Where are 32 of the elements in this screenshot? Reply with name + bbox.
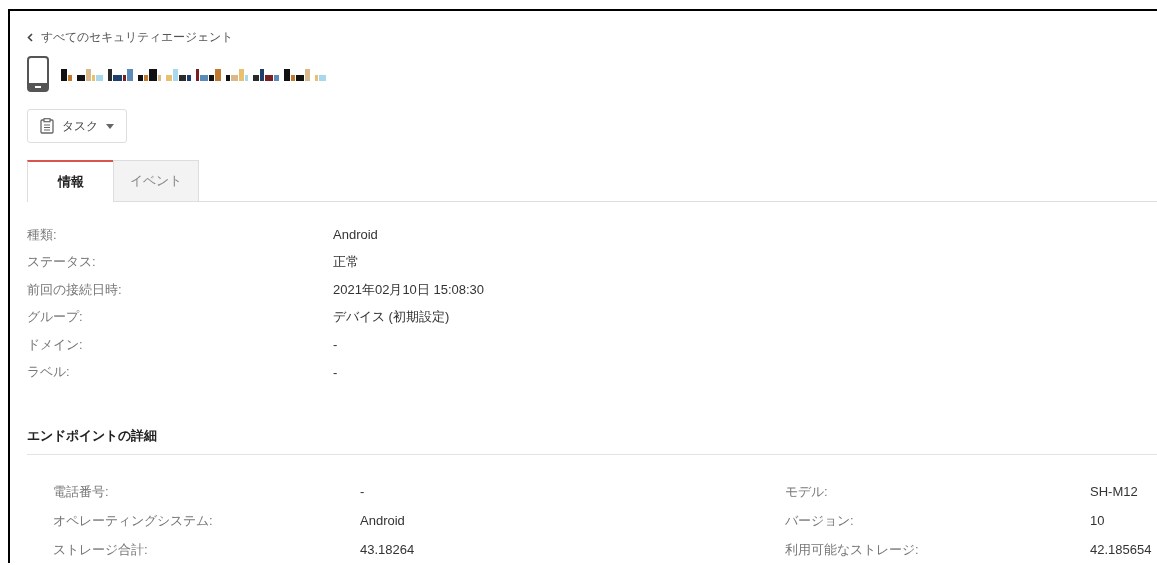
field-label: グループ:: [27, 308, 84, 327]
field-value: -: [333, 337, 339, 353]
tab[interactable]: 情報: [27, 160, 113, 202]
field-label: オペレーティングシステム:: [53, 511, 214, 530]
field-value: Android: [360, 513, 406, 528]
caret-down-icon: [106, 123, 114, 129]
back-link[interactable]: すべてのセキュリティエージェント: [27, 29, 233, 46]
field-label: モデル:: [785, 482, 829, 501]
field-label: ラベル:: [27, 363, 71, 382]
field-label: 利用可能なストレージ:: [785, 540, 920, 559]
field-label: ステータス:: [27, 253, 97, 272]
field-value: Android: [333, 227, 379, 243]
field-label: ドメイン:: [27, 335, 84, 354]
field-value: -: [360, 484, 366, 499]
chevron-left-icon: [27, 33, 33, 42]
section-heading: エンドポイントの詳細: [27, 427, 1157, 455]
phone-icon: [27, 56, 49, 92]
field-value: 2021年02月10日 15:08:30: [333, 280, 486, 299]
field-value: 正常: [333, 253, 360, 272]
field-label: バージョン:: [785, 511, 855, 530]
field-label: 前回の接続日時:: [27, 280, 123, 299]
clipboard-icon: [40, 118, 54, 134]
task-button[interactable]: タスク: [27, 109, 127, 143]
field-label: 種類:: [27, 225, 58, 244]
field-value: デバイス (初期設定): [333, 308, 451, 327]
field-value: -: [333, 364, 339, 380]
field-value: SH-M12: [1090, 484, 1139, 499]
field-label: 電話番号:: [53, 482, 110, 501]
field-value: 10: [1090, 513, 1106, 528]
field-value: 43.18264: [360, 542, 416, 557]
field-value: 42.185654: [1090, 542, 1153, 557]
field-label: ストレージ合計:: [53, 540, 149, 559]
